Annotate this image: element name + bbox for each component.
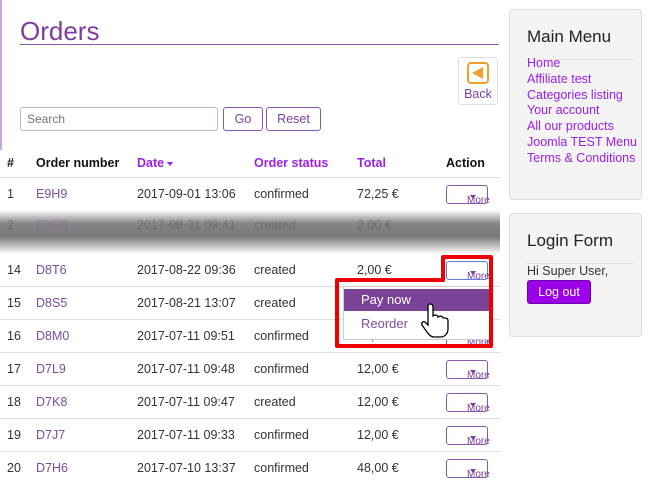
reset-button[interactable]: Reset [266, 107, 321, 131]
login-form-module: Login Form Hi Super User, Log out [509, 213, 642, 337]
menu-link-categories-listing[interactable]: Categories listing [527, 88, 637, 104]
cell-total: 72,25 € [357, 187, 399, 201]
more-button[interactable]: More [446, 393, 490, 414]
menu-link-joomla-test-menu[interactable]: Joomla TEST Menu [527, 135, 637, 151]
cell-number: 14 [7, 263, 21, 277]
cell-date: 2017-07-11 09:33 [137, 428, 235, 442]
table-row: 14 D8T6 2017-08-22 09:36 created 2,00 € … [0, 253, 500, 287]
cell-status: confirmed [254, 329, 309, 343]
cell-number: 20 [7, 461, 21, 475]
cell-total: 2,00 € [357, 263, 392, 277]
cell-date: 2017-08-31 09:41 [137, 218, 236, 232]
cell-date: 2017-07-11 09:51 [137, 329, 235, 343]
cell-number: 19 [7, 428, 21, 442]
cell-number: 15 [7, 296, 21, 310]
page-title: Orders [20, 16, 100, 46]
cell-date: 2017-07-10 13:37 [137, 461, 236, 475]
more-dropdown-menu: Pay now Reorder [343, 286, 490, 340]
back-arrow-icon [467, 62, 489, 84]
cell-status: created [254, 296, 296, 310]
menu-link-all-products[interactable]: All our products [527, 119, 637, 135]
menu-link-terms[interactable]: Terms & Conditions [527, 151, 637, 167]
more-button[interactable]: More [446, 185, 490, 206]
header-order-status[interactable]: Order status [254, 156, 328, 170]
caret-down-icon [470, 469, 476, 473]
cell-status: created [254, 218, 296, 232]
caret-down-icon [470, 370, 476, 374]
table-row: 20 D7H6 2017-07-10 13:37 confirmed 48,00… [0, 451, 500, 485]
cell-order-link[interactable]: D8M0 [36, 329, 69, 343]
cell-total: 12,00 € [357, 395, 399, 409]
cell-date: 2017-07-11 09:47 [137, 395, 235, 409]
more-button[interactable]: More [446, 360, 490, 381]
cell-date: 2017-08-21 13:07 [137, 296, 236, 310]
cell-total: 2,00 € [357, 218, 392, 232]
cell-status: confirmed [254, 362, 309, 376]
cell-order-link: E9G8 [36, 218, 68, 232]
login-form-title: Login Form [527, 231, 613, 250]
more-button[interactable]: More [446, 426, 490, 447]
cell-number: 17 [7, 362, 21, 376]
go-button[interactable]: Go [223, 107, 263, 131]
cell-status: confirmed [254, 461, 309, 475]
cell-order-link[interactable]: D8S5 [36, 296, 67, 310]
menu-link-home[interactable]: Home [527, 56, 637, 72]
greeting: Hi Super User, [527, 264, 609, 278]
caret-down-icon [470, 403, 476, 407]
sort-desc-icon [167, 161, 174, 166]
table-row: 1 E9H9 2017-09-01 13:06 confirmed 72,25 … [0, 177, 500, 211]
logout-button[interactable]: Log out [527, 280, 591, 304]
cell-date: 2017-07-11 09:48 [137, 362, 235, 376]
more-button[interactable]: More [446, 261, 490, 282]
table-row-blurred: 2 E9G8 2017-08-31 09:41 created 2,00 € [0, 212, 500, 232]
back-label: Back [464, 87, 492, 101]
more-button[interactable]: More [446, 459, 490, 480]
menu-link-your-account[interactable]: Your account [527, 103, 637, 119]
cell-order-link[interactable]: D7J7 [36, 428, 65, 442]
table-row: 19 D7J7 2017-07-11 09:33 confirmed 12,00… [0, 418, 500, 452]
main-menu-title: Main Menu [527, 27, 612, 46]
title-underline [20, 44, 499, 45]
cell-order-link[interactable]: D8T6 [36, 263, 67, 277]
header-date-label: Date [137, 156, 165, 170]
header-date[interactable]: Date [137, 156, 174, 170]
cell-number: 18 [7, 395, 21, 409]
cell-status: created [254, 395, 296, 409]
cell-number: 1 [7, 187, 14, 201]
cell-status: confirmed [254, 187, 309, 201]
caret-down-icon [470, 195, 476, 199]
cell-order-link[interactable]: D7H6 [36, 461, 68, 475]
cell-number: 16 [7, 329, 21, 343]
header-total[interactable]: Total [357, 156, 386, 170]
header-order-number: Order number [36, 156, 120, 170]
main-menu-module: Main Menu Home Affiliate test Categories… [509, 9, 642, 200]
back-button[interactable]: Back [458, 57, 498, 105]
caret-down-icon [470, 436, 476, 440]
cell-total: 48,00 € [357, 461, 399, 475]
table-row: 18 D7K8 2017-07-11 09:47 created 12,00 €… [0, 385, 500, 419]
cell-order-link[interactable]: D7L9 [36, 362, 66, 376]
cell-date: 2017-09-01 13:06 [137, 187, 236, 201]
cell-total: 12,00 € [357, 362, 399, 376]
cell-status: confirmed [254, 428, 309, 442]
cell-order-link[interactable]: E9H9 [36, 187, 67, 201]
cell-number: 2 [7, 218, 14, 232]
header-number: # [7, 156, 14, 170]
search-input[interactable] [20, 107, 218, 131]
cell-order-link[interactable]: D7K8 [36, 395, 67, 409]
table-row: 17 D7L9 2017-07-11 09:48 confirmed 12,00… [0, 352, 500, 386]
header-action: Action [446, 156, 485, 170]
menu-item-reorder[interactable]: Reorder [344, 313, 489, 335]
menu-link-affiliate-test[interactable]: Affiliate test [527, 72, 637, 88]
menu-item-pay-now[interactable]: Pay now [344, 289, 489, 311]
caret-down-icon [470, 271, 476, 275]
cell-total: 12,00 € [357, 428, 399, 442]
left-accent-line [0, 0, 2, 150]
cell-date: 2017-08-22 09:36 [137, 263, 236, 277]
cell-status: created [254, 263, 296, 277]
